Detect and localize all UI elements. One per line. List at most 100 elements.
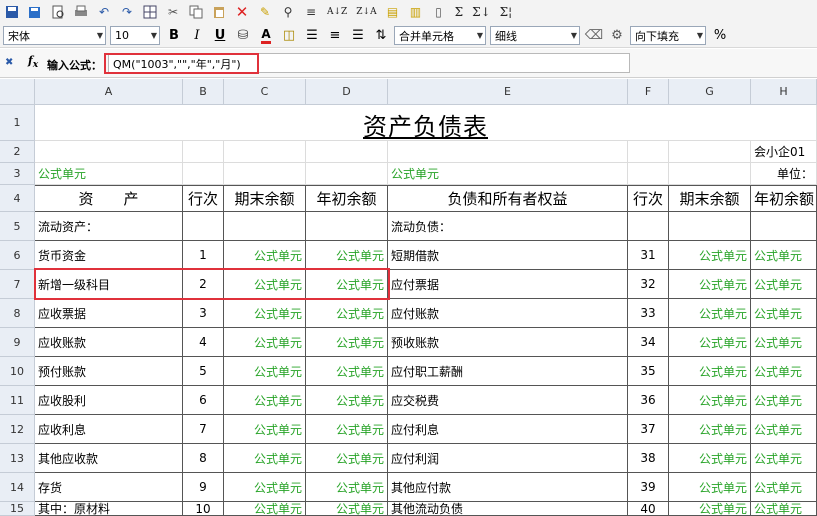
valign-icon[interactable]: ⇅ xyxy=(371,27,391,45)
formula-unit-cell[interactable]: 公式单元 xyxy=(751,270,817,299)
formula-unit-cell[interactable]: 公式单元 xyxy=(224,328,306,357)
row-line-number[interactable]: 32 xyxy=(628,270,669,299)
row-header[interactable]: 6 xyxy=(0,241,35,270)
align-center-icon[interactable]: ≡ xyxy=(325,27,345,45)
row-header[interactable]: 7 xyxy=(0,270,35,299)
insert-row-icon[interactable]: ▤ xyxy=(384,3,402,21)
diagonal-icon[interactable]: ◫ xyxy=(279,27,299,45)
cell-grid-icon[interactable] xyxy=(141,3,159,21)
section-left[interactable]: 流动资产： xyxy=(35,212,183,241)
font-color-button[interactable]: A xyxy=(256,27,276,45)
row-label-left[interactable]: 应收股利 xyxy=(35,386,183,415)
row-line-number[interactable]: 39 xyxy=(628,473,669,502)
formula-unit-cell[interactable]: 公式单元 xyxy=(306,357,388,386)
bold-button[interactable]: B xyxy=(164,27,184,45)
row-label-left[interactable]: 应收利息 xyxy=(35,415,183,444)
formula-unit-cell[interactable]: 公式单元 xyxy=(669,415,751,444)
row-label-right[interactable]: 预收账款 xyxy=(388,328,628,357)
row-header[interactable]: 10 xyxy=(0,357,35,386)
row-label-left[interactable]: 其中：原材料 xyxy=(35,502,183,516)
header-begin-balance[interactable]: 年初余额 xyxy=(306,185,388,212)
italic-button[interactable]: I xyxy=(187,27,207,45)
formula-unit-cell[interactable]: 公式单元 xyxy=(388,163,628,185)
formula-unit-cell[interactable]: 公式单元 xyxy=(306,502,388,516)
cell[interactable] xyxy=(306,212,388,241)
formula-unit-cell[interactable]: 公式单元 xyxy=(669,299,751,328)
formula-unit-cell[interactable]: 公式单元 xyxy=(306,473,388,502)
cut-icon[interactable]: ✂ xyxy=(164,3,182,21)
cell[interactable] xyxy=(669,141,751,163)
fill-select[interactable]: 向下填充 ▼ xyxy=(630,26,706,45)
save-as-icon[interactable] xyxy=(26,3,44,21)
sum-row-icon[interactable]: Σ¦ xyxy=(498,3,515,21)
cell[interactable] xyxy=(35,141,183,163)
cell[interactable] xyxy=(669,163,751,185)
formula-unit-cell[interactable]: 公式单元 xyxy=(224,357,306,386)
cell[interactable] xyxy=(183,163,224,185)
delete-icon[interactable]: ✕ xyxy=(233,3,251,21)
underline-button[interactable]: U xyxy=(210,27,230,45)
sum-column-icon[interactable]: Σ↓ xyxy=(470,3,493,21)
formula-unit-cell[interactable]: 公式单元 xyxy=(224,473,306,502)
row-label-right[interactable]: 其他流动负债 xyxy=(388,502,628,516)
row-label-right[interactable]: 应付账款 xyxy=(388,299,628,328)
format-brush-icon[interactable]: ✎ xyxy=(256,3,274,21)
clear-format-icon[interactable]: ⌫ xyxy=(584,27,604,45)
insert-col-icon[interactable]: ▥ xyxy=(407,3,425,21)
save-icon[interactable] xyxy=(3,3,21,21)
row-header[interactable]: 12 xyxy=(0,415,35,444)
formula-unit-cell[interactable]: 公式单元 xyxy=(224,415,306,444)
cell[interactable] xyxy=(183,141,224,163)
row-line-number[interactable]: 36 xyxy=(628,386,669,415)
row-header[interactable]: 4 xyxy=(0,185,35,212)
row-header[interactable]: 14 xyxy=(0,473,35,502)
sheet-icon[interactable]: ▯ xyxy=(430,3,448,21)
row-line-number[interactable]: 7 xyxy=(183,415,224,444)
row-header[interactable]: 5 xyxy=(0,212,35,241)
row-label-right[interactable]: 应付利润 xyxy=(388,444,628,473)
formula-unit-cell[interactable]: 公式单元 xyxy=(306,444,388,473)
formula-unit-cell[interactable]: 公式单元 xyxy=(751,502,817,516)
header-end-balance-2[interactable]: 期末余额 xyxy=(669,185,751,212)
paste-icon[interactable] xyxy=(210,3,228,21)
header-end-balance[interactable]: 期末余额 xyxy=(224,185,306,212)
header-line[interactable]: 行次 xyxy=(183,185,224,212)
formula-unit-cell[interactable]: 公式单元 xyxy=(669,328,751,357)
row-line-number[interactable]: 31 xyxy=(628,241,669,270)
row-line-number[interactable]: 33 xyxy=(628,299,669,328)
fill-color-icon[interactable]: ⛁ xyxy=(233,27,253,45)
row-line-number[interactable]: 35 xyxy=(628,357,669,386)
row-line-number[interactable]: 40 xyxy=(628,502,669,516)
column-header-f[interactable]: F xyxy=(628,79,669,105)
column-header-e[interactable]: E xyxy=(388,79,628,105)
formula-unit-cell[interactable]: 公式单元 xyxy=(669,444,751,473)
formula-unit-cell[interactable]: 公式单元 xyxy=(669,473,751,502)
row-line-number[interactable]: 5 xyxy=(183,357,224,386)
cell[interactable] xyxy=(306,141,388,163)
select-all-corner[interactable] xyxy=(0,79,35,105)
section-right[interactable]: 流动负债： xyxy=(388,212,628,241)
row-line-number[interactable]: 1 xyxy=(183,241,224,270)
cell[interactable] xyxy=(751,212,817,241)
formula-unit-cell[interactable]: 公式单元 xyxy=(751,415,817,444)
formula-unit-cell[interactable]: 公式单元 xyxy=(751,328,817,357)
row-label-right[interactable]: 应交税费 xyxy=(388,386,628,415)
row-label-left[interactable]: 货币资金 xyxy=(35,241,183,270)
cell[interactable] xyxy=(388,141,628,163)
redo-icon[interactable]: ↷ xyxy=(118,3,136,21)
column-header-c[interactable]: C xyxy=(224,79,306,105)
formula-unit-cell[interactable]: 公式单元 xyxy=(224,444,306,473)
formula-unit-cell[interactable]: 公式单元 xyxy=(35,163,183,185)
formula-unit-cell[interactable]: 公式单元 xyxy=(669,241,751,270)
print-preview-icon[interactable] xyxy=(49,3,67,21)
cell[interactable] xyxy=(669,212,751,241)
undo-icon[interactable]: ↶ xyxy=(95,3,113,21)
row-label-right[interactable]: 短期借款 xyxy=(388,241,628,270)
formula-unit-cell[interactable]: 公式单元 xyxy=(669,270,751,299)
font-select[interactable]: 宋体 ▼ xyxy=(3,26,106,45)
row-header[interactable]: 3 xyxy=(0,163,35,185)
row-line-number[interactable]: 38 xyxy=(628,444,669,473)
cell[interactable] xyxy=(628,212,669,241)
row-label-right[interactable]: 应付票据 xyxy=(388,270,628,299)
percent-button[interactable]: % xyxy=(710,27,730,45)
